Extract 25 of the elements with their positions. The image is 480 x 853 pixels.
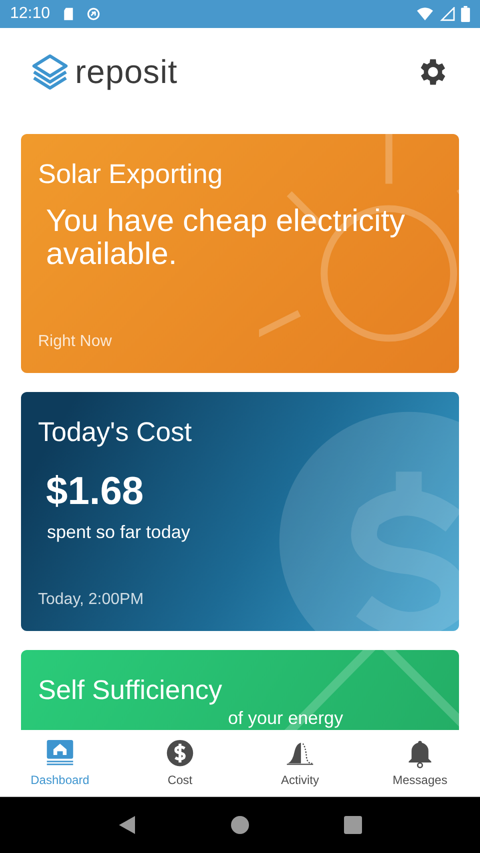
sync-icon	[87, 7, 100, 21]
recents-icon[interactable]	[344, 816, 362, 834]
card-title: Today's Cost	[38, 417, 193, 448]
layers-logo-icon	[30, 52, 70, 92]
card-caption: of your energy	[228, 708, 344, 729]
card-timestamp: Right Now	[38, 333, 112, 351]
card-timestamp: Today, 2:00PM	[38, 591, 144, 609]
card-title: Self Sufficiency	[38, 675, 224, 706]
nav-tab[interactable]: Messages	[360, 730, 480, 796]
battery-icon	[461, 6, 470, 22]
card-caption: spent so far today	[47, 522, 192, 543]
back-icon[interactable]	[118, 816, 136, 834]
dollar-icon	[165, 739, 195, 769]
cost-value: $1.68	[46, 470, 145, 514]
sd-card-icon	[62, 7, 76, 21]
signal-icon	[439, 7, 455, 21]
wifi-icon	[417, 7, 433, 21]
clock-time: 12:10	[10, 5, 50, 23]
cost-card[interactable]: Today's Cost $1.68 spent so far today Today, 2:00PM	[21, 392, 459, 631]
nav-tab[interactable]: Cost	[120, 730, 240, 796]
logo-text: reposit	[75, 52, 178, 90]
card-message: You have cheap electricity available.	[46, 204, 406, 270]
card-title: Solar Exporting	[38, 159, 224, 190]
nav-tab[interactable]: Activity	[240, 730, 360, 796]
home-circle-icon[interactable]	[230, 816, 249, 834]
